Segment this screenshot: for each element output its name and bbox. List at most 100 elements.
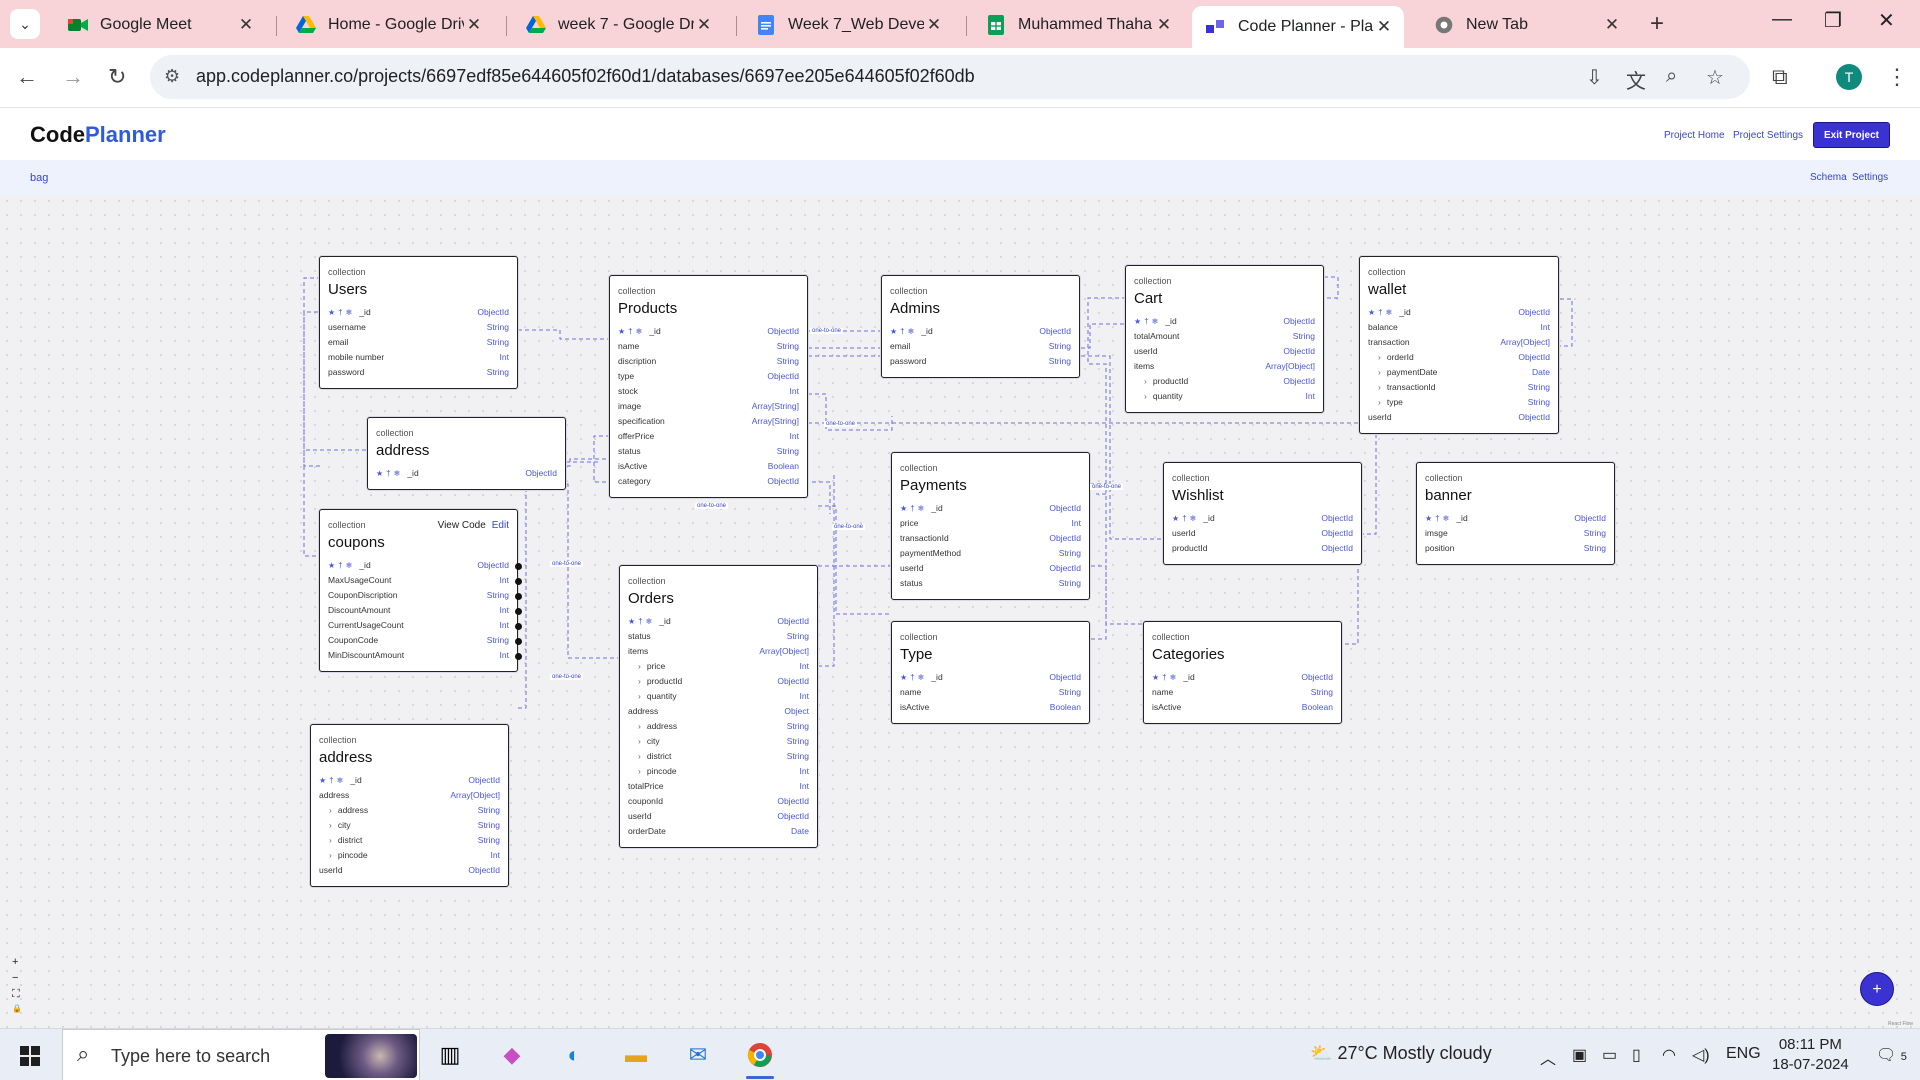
extensions-icon[interactable]: ⧉	[1772, 64, 1788, 90]
field-row[interactable]: password String	[890, 356, 1071, 370]
schema-canvas[interactable]: collection Users ★†❄ _id ObjectId username Str…	[0, 194, 1920, 1028]
field-row[interactable]: ★†❄ _id ObjectId	[618, 326, 799, 340]
field-row[interactable]: › type String	[1368, 397, 1550, 411]
language-indicator[interactable]: ENG	[1726, 1045, 1761, 1063]
field-row[interactable]: CouponCode String	[328, 635, 509, 649]
collection-products[interactable]: collection Products ★†❄ _id ObjectId name Stri…	[609, 275, 808, 498]
project-home-link[interactable]: Project Home	[1664, 130, 1725, 141]
system-clock[interactable]: 08:11 PM 18-07-2024	[1772, 1035, 1849, 1075]
field-row[interactable]: status String	[628, 631, 809, 645]
taskbar-search-box[interactable]: ⌕ Type here to search	[62, 1029, 420, 1080]
field-row[interactable]: › district String	[319, 835, 500, 849]
collection-cart[interactable]: collection Cart ★†❄ _id ObjectId totalAmount S…	[1125, 265, 1324, 413]
collection-wishlist[interactable]: collection Wishlist ★†❄ _id ObjectId userId Ob…	[1163, 462, 1362, 565]
field-row[interactable]: ★†❄ _id ObjectId	[900, 672, 1081, 686]
task-view-icon[interactable]: ▥	[434, 1039, 466, 1071]
close-tab-icon[interactable]: ✕	[1602, 15, 1622, 35]
field-row[interactable]: CurrentUsageCount Int	[328, 620, 509, 634]
connection-handle[interactable]	[515, 608, 522, 615]
zoom-out-button[interactable]: −	[12, 972, 18, 984]
collection-wallet[interactable]: collection wallet ★†❄ _id ObjectId balance Int…	[1359, 256, 1559, 434]
field-row[interactable]: ★†❄ _id ObjectId	[376, 468, 557, 482]
view-code-link[interactable]: View Code	[438, 520, 486, 531]
field-row[interactable]: ★†❄ _id ObjectId	[1172, 513, 1353, 527]
connection-handle[interactable]	[515, 563, 522, 570]
address-bar[interactable]: ⚙ app.codeplanner.co/projects/6697edf85e…	[150, 55, 1750, 99]
field-row[interactable]: › price Int	[628, 661, 809, 675]
weather-widget[interactable]: ⛅ 27°C Mostly cloudy	[1310, 1043, 1492, 1064]
lock-icon[interactable]: 🔒	[12, 1004, 22, 1013]
field-row[interactable]: › productId ObjectId	[628, 676, 809, 690]
field-row[interactable]: mobile number Int	[328, 352, 509, 366]
field-row[interactable]: userId ObjectId	[1134, 346, 1315, 360]
volume-icon[interactable]: ◁)	[1692, 1045, 1710, 1065]
wifi-icon[interactable]: ◠	[1662, 1045, 1676, 1065]
field-row[interactable]: isActive Boolean	[618, 461, 799, 475]
field-row[interactable]: userId ObjectId	[1172, 528, 1353, 542]
field-row[interactable]: isActive Boolean	[1152, 702, 1333, 716]
field-row[interactable]: offerPrice Int	[618, 431, 799, 445]
field-row[interactable]: email String	[328, 337, 509, 351]
codeplanner-logo[interactable]: CodePlanner	[30, 122, 166, 148]
display-icon[interactable]: ▭	[1602, 1045, 1617, 1065]
meet-now-icon[interactable]: ▣	[1572, 1045, 1587, 1065]
field-row[interactable]: email String	[890, 341, 1071, 355]
install-app-icon[interactable]: ⇩	[1586, 65, 1603, 90]
edge-label[interactable]: one-to-one	[824, 421, 858, 427]
fit-view-button[interactable]: ⛶	[12, 988, 20, 1001]
field-row[interactable]: specification Array[String]	[618, 416, 799, 430]
notification-icon[interactable]: 🗨 5	[1876, 1045, 1907, 1065]
mail-icon[interactable]: ✉	[682, 1039, 714, 1071]
translate-icon[interactable]: 文	[1626, 65, 1646, 94]
show-hidden-icons[interactable]: ︿	[1540, 1045, 1556, 1069]
field-row[interactable]: › paymentDate Date	[1368, 367, 1550, 381]
field-row[interactable]: › orderId ObjectId	[1368, 352, 1550, 366]
schema-link[interactable]: Schema	[1810, 172, 1847, 183]
field-row[interactable]: › quantity Int	[1134, 391, 1315, 405]
field-row[interactable]: items Array[Object]	[1134, 361, 1315, 375]
field-row[interactable]: userId ObjectId	[1368, 412, 1550, 426]
collection-payments[interactable]: collection Payments ★†❄ _id ObjectId price Int…	[891, 452, 1090, 600]
close-window-icon[interactable]: ✕	[1878, 8, 1895, 33]
add-collection-button[interactable]: +	[1860, 972, 1894, 1006]
search-highlight-image[interactable]	[325, 1034, 417, 1078]
edge-label[interactable]: one-to-one	[832, 524, 866, 530]
edge-label[interactable]: one-to-one	[550, 674, 584, 680]
browser-tab[interactable]: New Tab ✕	[1420, 6, 1632, 44]
field-row[interactable]: items Array[Object]	[628, 646, 809, 660]
edge-label[interactable]: one-to-one	[550, 561, 584, 567]
field-row[interactable]: username String	[328, 322, 509, 336]
field-row[interactable]: MinDiscountAmount Int	[328, 650, 509, 664]
collection-orders[interactable]: collection Orders ★†❄ _id ObjectId status Stri…	[619, 565, 818, 848]
browser-tab[interactable]: Week 7_Web Develop✕	[742, 6, 954, 44]
edge-browser-icon[interactable]: ◐	[558, 1039, 590, 1071]
connection-handle[interactable]	[515, 623, 522, 630]
database-name[interactable]: bag	[30, 172, 48, 184]
field-row[interactable]: image Array[String]	[618, 401, 799, 415]
close-tab-icon[interactable]: ✕	[236, 15, 256, 35]
project-settings-link[interactable]: Project Settings	[1733, 130, 1803, 141]
react-flow-attribution[interactable]: React Flow	[1888, 1021, 1913, 1027]
close-tab-icon[interactable]: ✕	[464, 15, 484, 35]
site-info-icon[interactable]: ⚙	[164, 66, 180, 87]
field-row[interactable]: › city String	[628, 736, 809, 750]
field-row[interactable]: status String	[900, 578, 1081, 592]
field-row[interactable]: password String	[328, 367, 509, 381]
field-row[interactable]: orderDate Date	[628, 826, 809, 840]
browser-tab[interactable]: Home - Google Drive ✕	[282, 6, 494, 44]
field-row[interactable]: transactionId ObjectId	[900, 533, 1081, 547]
field-row[interactable]: isActive Boolean	[900, 702, 1081, 716]
connection-handle[interactable]	[515, 653, 522, 660]
restore-icon[interactable]: ❐	[1824, 8, 1842, 33]
browser-tab[interactable]: Code Planner - Plan ✕	[1192, 6, 1404, 48]
field-row[interactable]: name String	[900, 687, 1081, 701]
field-row[interactable]: paymentMethod String	[900, 548, 1081, 562]
field-row[interactable]: discription String	[618, 356, 799, 370]
collection-banner[interactable]: collection banner ★†❄ _id ObjectId imsge Strin…	[1416, 462, 1615, 565]
field-row[interactable]: status String	[618, 446, 799, 460]
field-row[interactable]: address Array[Object]	[319, 790, 500, 804]
field-row[interactable]: ★†❄ _id ObjectId	[1425, 513, 1606, 527]
minimize-icon[interactable]: —	[1772, 8, 1792, 31]
collection-coupons[interactable]: collection coupons View Code Edit ★†❄ _id Obje…	[319, 509, 522, 672]
close-tab-icon[interactable]: ✕	[924, 15, 944, 35]
